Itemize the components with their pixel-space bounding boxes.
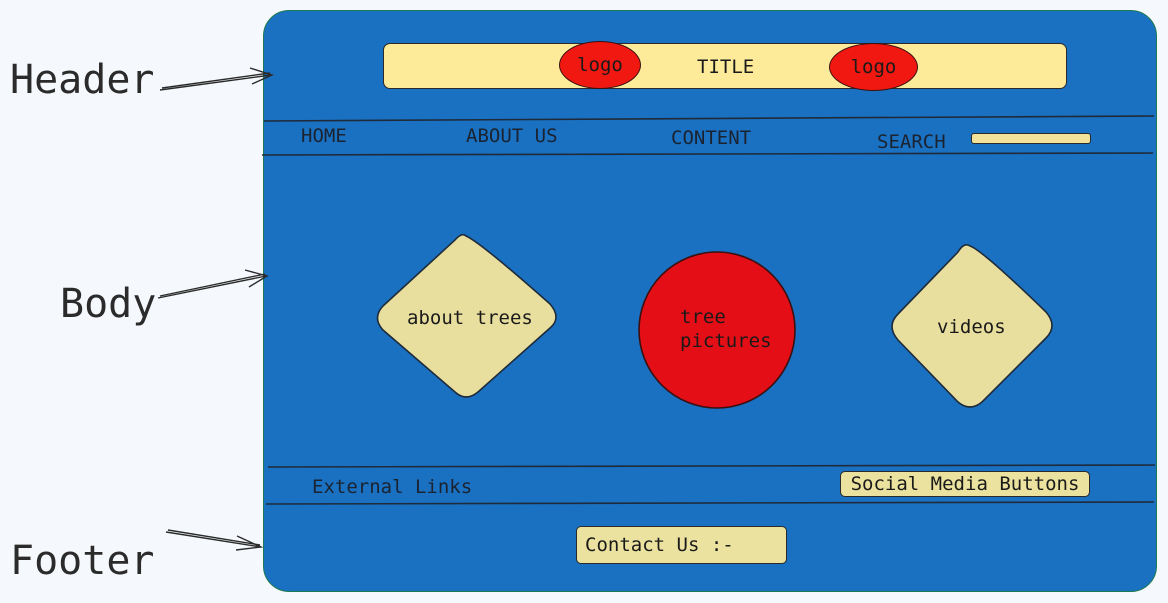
wireframe-canvas: Header Body Footer logo TITLE logo HOME … [0,0,1168,603]
tree-pictures-label-line1[interactable]: tree [680,305,726,329]
external-links[interactable]: External Links [312,476,472,498]
contact-us-button[interactable]: Contact Us :- [576,526,787,564]
body-arrow [157,269,269,299]
tree-pictures-label-line2[interactable]: pictures [680,329,772,353]
nav-bottom-line [261,152,1154,156]
header-arrow [159,67,274,91]
wireframe-drawing [157,67,1156,551]
nav-top-line [263,115,1155,122]
videos-label[interactable]: videos [937,315,1006,339]
footer-bottom-line [265,501,1155,505]
footer-arrow [165,529,264,551]
footer-top-line [267,464,1156,468]
social-media-buttons[interactable]: Social Media Buttons [840,471,1090,497]
about-trees-label[interactable]: about trees [407,306,533,330]
